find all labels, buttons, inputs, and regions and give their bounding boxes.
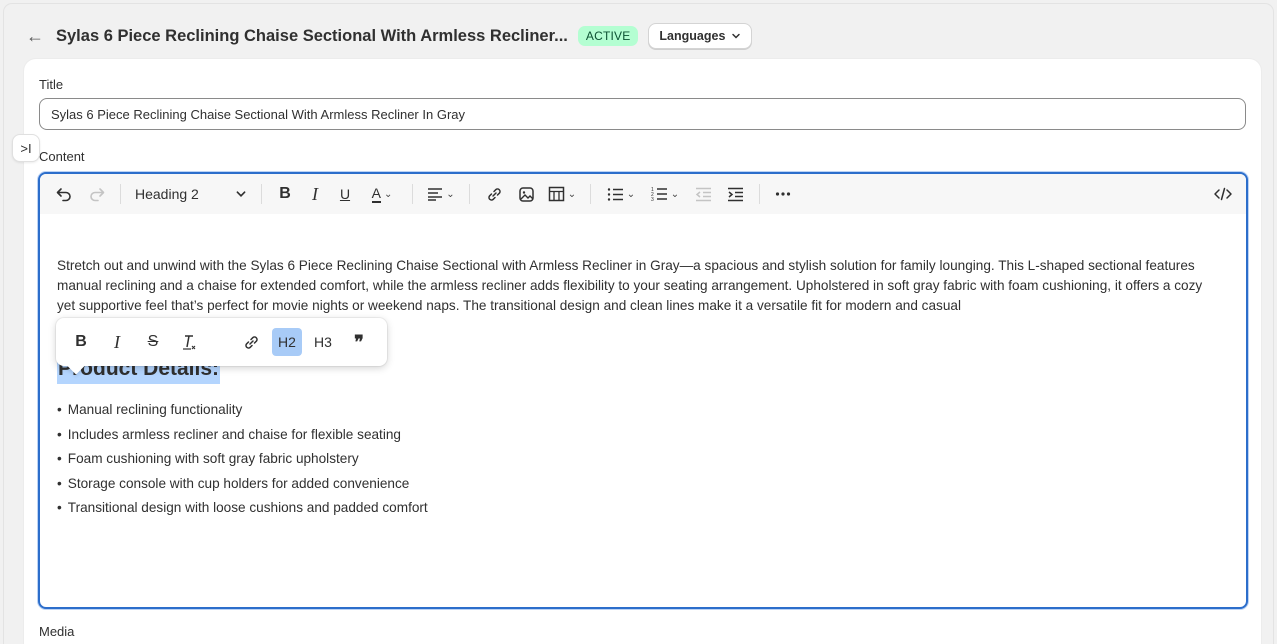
description-paragraph: Stretch out and unwind with the Sylas 6 …: [57, 258, 1203, 313]
redo-icon[interactable]: [82, 180, 112, 208]
bubble-italic-icon[interactable]: I: [102, 328, 132, 356]
content-label: Content: [39, 149, 85, 164]
numbered-list-icon[interactable]: 1 2 3 ⌄: [643, 180, 687, 208]
editor-content[interactable]: Stretch out and unwind with the Sylas 6 …: [57, 256, 1222, 521]
chevron-down-icon: [732, 33, 741, 39]
align-icon[interactable]: ⌄: [421, 180, 461, 208]
list-item: Storage console with cup holders for add…: [57, 472, 1222, 497]
bold-icon[interactable]: B: [270, 180, 300, 208]
page-header: ← Sylas 6 Piece Reclining Chaise Section…: [24, 14, 753, 58]
bubble-bold-icon[interactable]: B: [66, 328, 96, 356]
indent-icon[interactable]: [719, 180, 751, 208]
more-icon[interactable]: [768, 180, 798, 208]
status-badge: ACTIVE: [577, 26, 639, 46]
toolbar-divider: [412, 184, 413, 204]
page-title: Sylas 6 Piece Reclining Chaise Sectional…: [56, 26, 568, 45]
toolbar-divider: [590, 184, 591, 204]
feature-list: Manual reclining functionality Includes …: [57, 398, 1222, 521]
media-label: Media: [39, 624, 75, 639]
list-item: Transitional design with loose cushions …: [57, 496, 1222, 521]
editor-toolbar: Heading 2 B I U A ⌄ ⌄ ⌄ ⌄ 1 2 3 ⌄: [40, 174, 1246, 214]
list-item: Foam cushioning with soft gray fabric up…: [57, 447, 1222, 472]
toolbar-divider: [759, 184, 760, 204]
bubble-clear-format-icon[interactable]: [174, 328, 204, 356]
heading-select-value: Heading 2: [135, 186, 199, 202]
image-icon[interactable]: [510, 180, 542, 208]
app-frame: ← Sylas 6 Piece Reclining Chaise Section…: [4, 4, 1273, 644]
undo-icon[interactable]: [50, 180, 78, 208]
toolbar-divider: [469, 184, 470, 204]
outdent-icon[interactable]: [687, 180, 719, 208]
languages-button[interactable]: Languages: [648, 23, 753, 49]
code-view-icon[interactable]: [1208, 180, 1238, 208]
title-label: Title: [39, 77, 64, 92]
underline-icon[interactable]: U: [330, 180, 360, 208]
product-card: Title Content Heading 2 B I U: [24, 59, 1261, 644]
heading-select[interactable]: Heading 2: [129, 186, 253, 202]
toolbar-divider: [261, 184, 262, 204]
back-arrow-icon[interactable]: ←: [24, 26, 46, 47]
title-input[interactable]: [39, 98, 1246, 130]
bubble-link-icon[interactable]: [236, 328, 266, 356]
bubble-h2-button[interactable]: H2: [272, 328, 302, 356]
bubble-strikethrough-icon[interactable]: S: [138, 328, 168, 356]
chevron-down-icon: [236, 191, 246, 197]
bubble-menu: B I S H2 H3 ❞: [56, 318, 387, 366]
table-icon[interactable]: ⌄: [542, 180, 582, 208]
languages-label: Languages: [659, 29, 726, 43]
text-color-icon[interactable]: A ⌄: [360, 180, 404, 208]
rich-text-editor[interactable]: Heading 2 B I U A ⌄ ⌄ ⌄ ⌄ 1 2 3 ⌄ Stretc…: [38, 172, 1248, 609]
bullet-list-icon[interactable]: ⌄: [599, 180, 643, 208]
svg-text:3: 3: [651, 197, 654, 202]
bubble-quote-icon[interactable]: ❞: [344, 328, 374, 356]
list-item: Manual reclining functionality: [57, 398, 1222, 423]
toolbar-divider: [120, 184, 121, 204]
sidebar-toggle-button[interactable]: >I: [12, 134, 40, 162]
italic-icon[interactable]: I: [300, 180, 330, 208]
link-icon[interactable]: [478, 180, 510, 208]
bubble-h3-button[interactable]: H3: [308, 328, 338, 356]
list-item: Includes armless recliner and chaise for…: [57, 423, 1222, 448]
